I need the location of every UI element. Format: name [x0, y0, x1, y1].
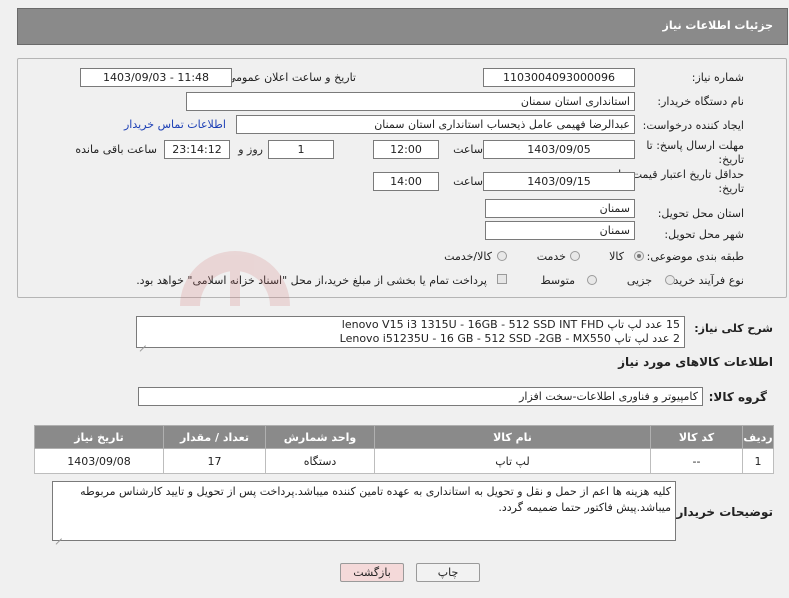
remaining-time-label: ساعت باقی مانده — [75, 143, 157, 156]
goods-table: ردیف کد کالا نام کالا واحد شمارش تعداد /… — [34, 425, 774, 474]
need-number-label: شماره نیاز: — [691, 71, 744, 84]
process-option-minor: جزیی — [626, 274, 652, 287]
days-remaining-field: 1 — [268, 140, 334, 159]
back-button[interactable]: بازگشت — [340, 563, 404, 582]
deadline-date-field: 1403/09/05 — [483, 140, 635, 159]
summary-resize-handle[interactable] — [138, 338, 146, 346]
summary-textarea[interactable]: 15 عدد لپ تاپ lenovo V15 i3 1315U - 16GB… — [136, 316, 685, 348]
requester-field: عبدالرضا فهیمی عامل ذیحساب استانداری است… — [236, 115, 635, 134]
col-unit-header: واحد شمارش — [265, 425, 375, 449]
page-title: جزئیات اطلاعات نیاز — [662, 19, 774, 32]
buyer-notes-text: کلیه هزینه ها اعم از حمل و نقل و تحویل ب… — [80, 485, 671, 514]
treasury-payment-checkbox[interactable] — [497, 274, 507, 284]
requester-label: ایجاد کننده درخواست: — [642, 119, 744, 132]
buyer-notes-textarea[interactable]: کلیه هزینه ها اعم از حمل و نقل و تحویل ب… — [52, 481, 676, 541]
goods-group-label: گروه کالا: — [708, 390, 767, 404]
cell-code: -- — [650, 448, 743, 474]
buyer-org-field: استانداری استان سمنان — [186, 92, 635, 111]
col-qty-header: تعداد / مقدار — [163, 425, 266, 449]
cell-name: لپ تاپ — [374, 448, 651, 474]
category-radio-goods-service[interactable] — [497, 251, 507, 261]
category-radio-service[interactable] — [570, 251, 580, 261]
validity-date-field: 1403/09/15 — [483, 172, 635, 191]
print-button[interactable]: چاپ — [416, 563, 480, 582]
category-label: طبقه بندی موضوعی: — [646, 250, 744, 263]
announce-datetime-field: 1403/09/03 - 11:48 — [80, 68, 232, 87]
process-radio-medium[interactable] — [587, 275, 597, 285]
contact-info-link[interactable]: اطلاعات تماس خریدار — [124, 118, 226, 131]
process-option-medium: متوسط — [540, 274, 575, 287]
buyer-notes-resize-handle[interactable] — [54, 531, 62, 539]
deadline-label: مهلت ارسال پاسخ: تا — [646, 139, 744, 152]
buyer-notes-label: توضیحات خریدار: — [671, 505, 773, 519]
validity-hour-label: ساعت — [453, 175, 483, 188]
validity-label: حداقل تاریخ اعتبار قیمت: تا — [618, 168, 744, 181]
validity-date-label: تاریخ: — [718, 182, 744, 195]
process-label: نوع فرآیند خرید : — [666, 274, 744, 287]
buyer-org-label: نام دستگاه خریدار: — [657, 95, 744, 108]
summary-line-2: 2 عدد لپ تاپ Lenovo i51235U - 16 GB - 51… — [339, 332, 680, 345]
goods-group-field: کامپیوتر و فناوری اطلاعات-سخت افزار — [138, 387, 703, 406]
validity-time-field: 14:00 — [373, 172, 439, 191]
deadline-date-label: تاریخ: — [718, 153, 744, 166]
cell-row: 1 — [742, 448, 774, 474]
days-label: روز و — [238, 143, 263, 156]
col-code-header: کد کالا — [650, 425, 743, 449]
province-label: استان محل تحویل: — [657, 207, 744, 220]
goods-table-header: ردیف کد کالا نام کالا واحد شمارش تعداد /… — [34, 425, 774, 449]
category-option-service: خدمت — [536, 250, 566, 263]
category-option-goods: کالا — [609, 250, 624, 263]
cell-unit: دستگاه — [265, 448, 375, 474]
announce-datetime-label: تاریخ و ساعت اعلان عمومی: — [223, 71, 356, 84]
process-radio-minor[interactable] — [665, 275, 675, 285]
cell-qty: 17 — [163, 448, 266, 474]
city-field: سمنان — [485, 221, 635, 240]
treasury-payment-text: پرداخت تمام یا بخشی از مبلغ خرید،از محل … — [136, 274, 487, 287]
deadline-hour-label: ساعت — [453, 143, 483, 156]
category-radio-goods[interactable] — [634, 251, 644, 261]
city-label: شهر محل تحویل: — [664, 228, 744, 241]
cell-date: 1403/09/08 — [34, 448, 164, 474]
table-row: 1 -- لپ تاپ دستگاه 17 1403/09/08 — [34, 448, 774, 474]
page-header: جزئیات اطلاعات نیاز — [17, 8, 788, 45]
col-row-header: ردیف — [742, 425, 774, 449]
deadline-time-field: 12:00 — [373, 140, 439, 159]
goods-section-title: اطلاعات کالاهای مورد نیاز — [618, 355, 773, 369]
category-option-goods-service: کالا/خدمت — [444, 250, 492, 263]
remaining-time-field: 23:14:12 — [164, 140, 230, 159]
province-field: سمنان — [485, 199, 635, 218]
col-date-header: تاریخ نیاز — [34, 425, 164, 449]
summary-line-1: 15 عدد لپ تاپ lenovo V15 i3 1315U - 16GB… — [341, 318, 680, 331]
summary-label: شرح کلی نیاز: — [694, 322, 773, 335]
need-number-field: 1103004093000096 — [483, 68, 635, 87]
col-name-header: نام کالا — [374, 425, 651, 449]
